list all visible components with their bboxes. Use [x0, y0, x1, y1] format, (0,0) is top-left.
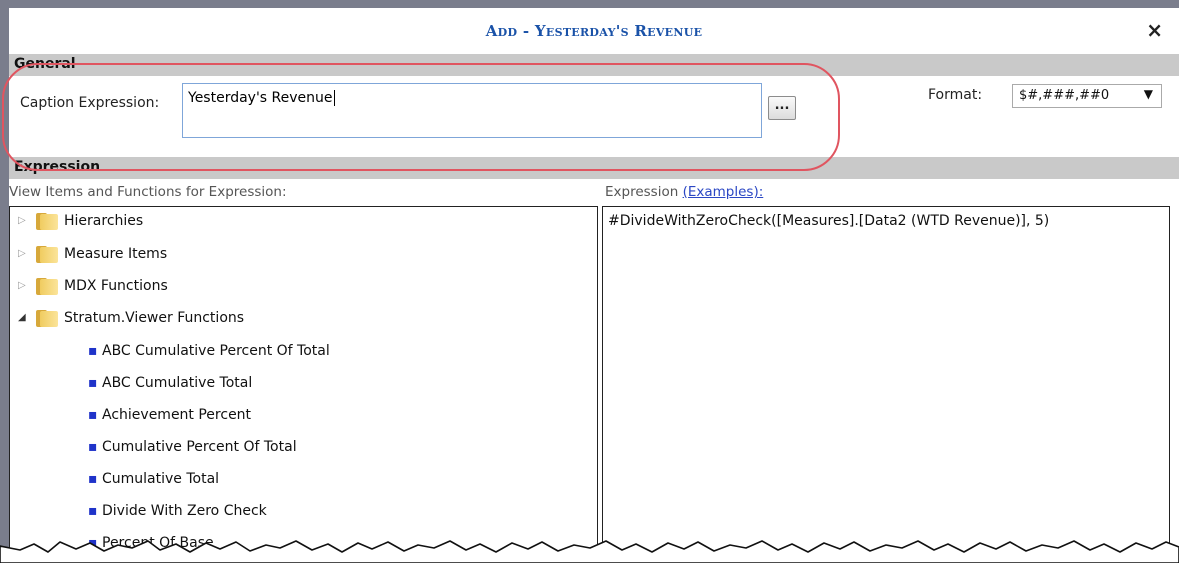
folder-icon [36, 213, 58, 230]
bullet-icon: ▪ [88, 471, 98, 487]
tree-folder-label: Hierarchies [64, 213, 144, 229]
dropdown-arrow-icon: ▼ [1143, 87, 1153, 101]
tree-function-label: Cumulative Percent Of Total [102, 439, 297, 455]
tree-function-label: Achievement Percent [102, 407, 252, 423]
tree-function-label: Percent Of Base [102, 535, 214, 551]
format-select-value: $#,###,##0 [1019, 88, 1110, 103]
tree-function-label: ABC Cumulative Percent Of Total [102, 343, 330, 359]
general-section-bar: General [9, 54, 1179, 76]
expression-section-bar: Expression [9, 157, 1179, 179]
format-select[interactable]: $#,###,##0 ▼ [1012, 84, 1162, 108]
caption-expression-input[interactable]: Yesterday's Revenue [182, 83, 762, 138]
dialog-titlebar: Add - Yesterday's Revenue × [9, 8, 1179, 54]
general-section-label: General [14, 56, 76, 72]
bullet-icon: ▪ [88, 407, 98, 423]
tree-folder-label: Stratum.Viewer Functions [64, 310, 245, 326]
caption-browse-button[interactable]: ... [768, 96, 796, 120]
expression-editor[interactable]: #DivideWithZeroCheck([Measures].[Data2 (… [602, 206, 1170, 555]
expression-header-label: Expression [605, 184, 679, 200]
bullet-icon: ▪ [88, 343, 98, 359]
expand-arrow-icon[interactable]: ▷ [18, 209, 26, 233]
expand-arrow-icon[interactable]: ▷ [18, 242, 26, 266]
items-functions-header: View Items and Functions for Expression: [9, 184, 287, 200]
tree-function-label: ABC Cumulative Total [102, 375, 253, 391]
collapse-arrow-icon[interactable]: ◢ [18, 306, 26, 330]
tree-function-label: Cumulative Total [102, 471, 220, 487]
close-button[interactable]: × [1146, 18, 1163, 42]
window-frame-top [0, 0, 1179, 8]
tree-folder-label: MDX Functions [64, 278, 168, 294]
caption-expression-label: Caption Expression: [20, 95, 160, 111]
folder-icon [36, 310, 58, 327]
format-label: Format: [928, 87, 983, 103]
expand-arrow-icon[interactable]: ▷ [18, 274, 26, 298]
expression-section-label: Expression [14, 159, 101, 175]
items-functions-tree: ▷ Hierarchies ▷ Measure Items ▷ MDX Func… [9, 206, 598, 555]
examples-link[interactable]: (Examples): [683, 184, 764, 200]
dialog-title: Add - Yesterday's Revenue [485, 22, 703, 40]
caption-expression-value: Yesterday's Revenue [188, 90, 333, 106]
text-cursor [333, 90, 335, 106]
folder-icon [36, 278, 58, 295]
tree-function-label: Divide With Zero Check [102, 503, 267, 519]
bullet-icon: ▪ [88, 375, 98, 391]
folder-icon [36, 246, 58, 263]
window-frame-left [0, 0, 9, 563]
bullet-icon: ▪ [88, 503, 98, 519]
expression-header: Expression (Examples): [605, 184, 763, 200]
tree-folder-label: Measure Items [64, 246, 168, 262]
expression-text: #DivideWithZeroCheck([Measures].[Data2 (… [608, 213, 1050, 229]
bullet-icon: ▪ [88, 535, 98, 551]
bullet-icon: ▪ [88, 439, 98, 455]
